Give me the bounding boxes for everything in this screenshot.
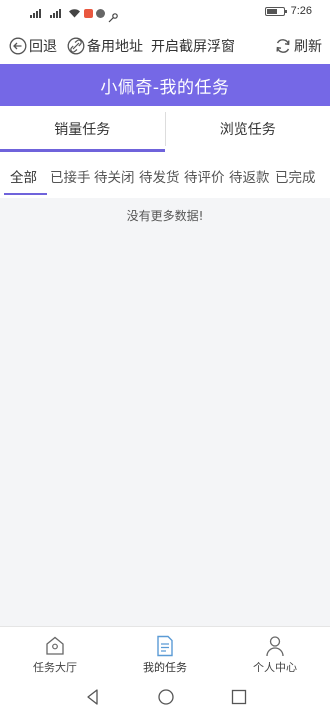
tab-label: 销量任务 [54,122,111,138]
nav-my-tasks[interactable]: 我的任务 [110,627,220,679]
filter-tab-pending-ship[interactable]: 待发货 [139,166,180,186]
status-icons [30,6,118,23]
key-icon [108,8,118,23]
alt-address-label: 备用地址 [87,39,143,55]
filter-tab-all[interactable]: 全部 [10,166,37,186]
battery-icon [264,6,288,16]
tab-sales-tasks[interactable]: 销量任务 [0,106,165,152]
tab-browse-tasks[interactable]: 浏览任务 [166,106,330,152]
nav-label: 个人中心 [253,661,297,674]
nav-label: 我的任务 [143,661,187,674]
refresh-icon [274,37,292,55]
nav-label: 任务大厅 [33,661,77,674]
refresh-button[interactable]: 刷新 [274,36,322,56]
filter-tab-accepted[interactable]: 已接手 [50,166,91,186]
back-button[interactable]: 回退 [9,36,57,56]
status-filter-tabs: 全部 已接手 待关闭 待发货 待评价 待返款 已完成 [0,152,330,198]
filter-tab-pending-review[interactable]: 待评价 [184,166,225,186]
header-bar: 小佩奇-我的任务 [0,64,330,106]
back-arrow-icon [9,37,27,55]
system-home-icon[interactable] [157,688,175,706]
link-icon [67,37,85,55]
app-notification-icon [84,8,93,18]
home-icon [45,635,65,657]
page-title: 小佩奇-我的任务 [100,77,230,98]
filter-tab-completed[interactable]: 已完成 [275,166,316,186]
status-time: 7:26 [290,5,312,17]
bottom-nav: 任务大厅 我的任务 个人中心 [0,626,330,678]
filter-tab-pending-refund[interactable]: 待返款 [229,166,270,186]
filter-tab-pending-close[interactable]: 待关闭 [94,166,135,186]
signal-icon [50,8,61,18]
system-recents-icon[interactable] [230,688,248,706]
status-bar: 7:26 [0,0,330,26]
signal-icon [30,8,41,18]
nav-personal-center[interactable]: 个人中心 [220,627,330,679]
float-window-button[interactable]: 开启截屏浮窗 [151,36,235,56]
empty-message: 没有更多数据! [126,209,204,223]
nav-task-hall[interactable]: 任务大厅 [0,627,110,679]
tab-label: 浏览任务 [219,122,276,138]
main-tabs: 销量任务 浏览任务 [0,106,330,152]
system-nav-bar [0,678,330,715]
alt-address-button[interactable]: 备用地址 [67,36,143,56]
refresh-label: 刷新 [294,39,322,55]
wifi-icon [68,8,81,18]
document-icon [155,635,175,657]
top-toolbar: 回退 备用地址 开启截屏浮窗 刷新 [0,26,330,64]
system-back-icon[interactable] [84,688,102,706]
float-window-label: 开启截屏浮窗 [151,39,235,55]
chat-notification-icon [96,8,105,18]
task-list: 没有更多数据! [0,198,330,626]
back-label: 回退 [29,39,57,55]
user-icon [265,635,285,657]
active-filter-indicator [4,193,47,195]
